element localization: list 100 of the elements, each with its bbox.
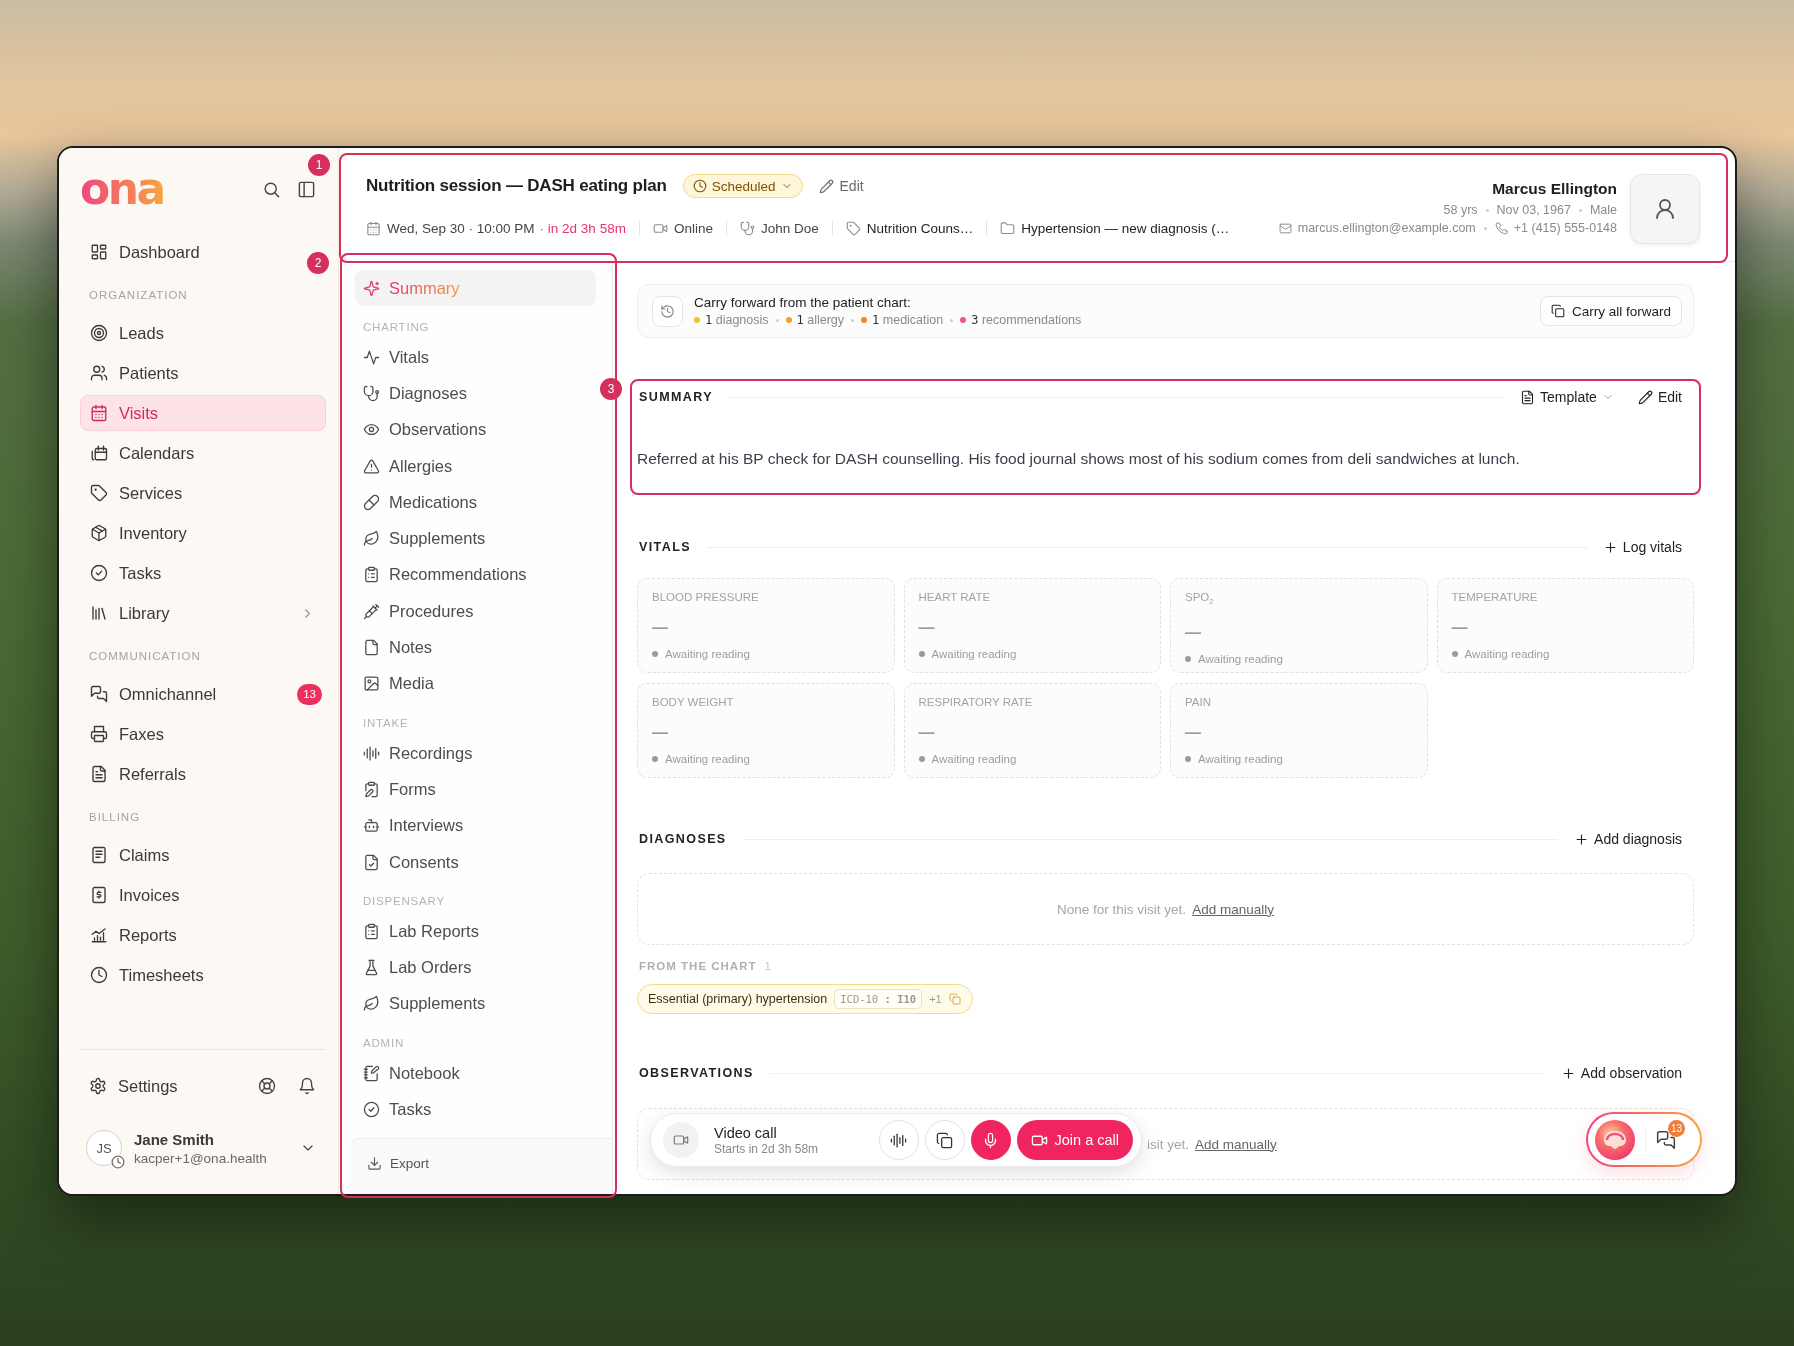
- diagnosis-chip[interactable]: Essential (primary) hypertension ICD-10 : I10 +1: [637, 984, 973, 1014]
- sidebar-item[interactable]: Claims: [80, 837, 181, 873]
- calendar-icon: [366, 220, 381, 236]
- sidebar-item[interactable]: Reports: [80, 917, 188, 953]
- user-name: Jane Smith: [134, 1130, 216, 1148]
- sidebar-item[interactable]: Calendars: [80, 435, 206, 471]
- chart-nav-item[interactable]: Lab Orders: [355, 949, 596, 986]
- chart-nav-item[interactable]: Medications: [355, 484, 596, 521]
- sidebar-item[interactable]: Faxes: [80, 716, 175, 752]
- summary-text: Referred at his BP check for DASH counselling. His food journal shows most of his sodium comes from deli sandwiches at lunch.: [637, 449, 1521, 469]
- tag-icon: [90, 484, 108, 502]
- people-icon: [90, 364, 108, 382]
- visit-countdown: · in 2d 3h 58m: [539, 220, 626, 236]
- copy-button[interactable]: [924, 1120, 965, 1160]
- microphone-button[interactable]: [970, 1120, 1011, 1160]
- sidebar-item[interactable]: Services: [80, 475, 194, 511]
- user-email: kacper+1@ona.health: [134, 1150, 267, 1166]
- patient-avatar-button[interactable]: [1630, 174, 1700, 244]
- status-dropdown[interactable]: Scheduled: [682, 174, 803, 198]
- chart-nav-item[interactable]: Diagnoses: [355, 375, 596, 412]
- sidebar-item[interactable]: Inventory: [80, 515, 198, 551]
- carry-forward-item: 3 recommendations: [971, 313, 1082, 327]
- plus-icon: [1560, 1065, 1576, 1081]
- carry-all-forward-button[interactable]: Carry all forward: [1539, 296, 1682, 326]
- sidebar-item[interactable]: Patients: [80, 355, 190, 391]
- count-badge: 13: [297, 683, 322, 705]
- visit-datetime: Wed, Sep 30 · 10:00 PM: [387, 220, 535, 236]
- export-button[interactable]: Export: [367, 1153, 430, 1173]
- join-call-button[interactable]: Join a call: [1016, 1120, 1133, 1160]
- patient-birthdate: Nov 03, 1967: [1496, 202, 1571, 218]
- audio-button[interactable]: [878, 1120, 919, 1160]
- chart-nav-item[interactable]: Notes: [355, 629, 596, 666]
- add-button[interactable]: Add diagnosis: [1574, 831, 1682, 847]
- patient-sex: Male: [1589, 202, 1617, 218]
- box-icon: [90, 524, 108, 542]
- clock-icon: [90, 966, 108, 984]
- sidebar-item[interactable]: Leads: [80, 315, 175, 351]
- diagnosis-code: ICD-10 : I10: [834, 989, 923, 1009]
- waveform-icon: [363, 744, 380, 762]
- sidebar-item[interactable]: Referrals: [80, 756, 197, 792]
- chart-nav-item[interactable]: Supplements: [355, 985, 596, 1023]
- patient-phone: +1 (415) 555-0148: [1513, 220, 1617, 236]
- add-manually-link[interactable]: Add manually: [1195, 1136, 1277, 1152]
- chart-nav-item[interactable]: Tasks: [355, 1091, 596, 1128]
- vital-status: Awaiting reading: [665, 647, 750, 661]
- download-icon: [367, 1155, 382, 1171]
- copy-icon: [936, 1131, 953, 1149]
- chart-nav-item[interactable]: Procedures: [355, 593, 596, 630]
- user-avatar[interactable]: JS: [86, 1130, 122, 1166]
- search-button[interactable]: [262, 179, 281, 199]
- chart-nav-item[interactable]: Recommendations: [355, 556, 596, 594]
- edit-button[interactable]: Edit: [1637, 389, 1682, 405]
- sidebar-item[interactable]: Omnichannel 13: [80, 676, 326, 712]
- service-link[interactable]: Nutrition Couns…: [866, 220, 974, 236]
- assistant-orb-icon[interactable]: [1595, 1119, 1635, 1160]
- chart-nav-item[interactable]: Recordings: [355, 734, 596, 772]
- sidebar-item[interactable]: Tasks: [80, 555, 173, 591]
- sidebar-item[interactable]: Timesheets: [80, 957, 215, 993]
- settings-button[interactable]: Settings: [89, 1076, 178, 1096]
- chart-nav-item[interactable]: Supplements: [355, 520, 596, 557]
- sidebar-item[interactable]: Dashboard: [80, 234, 211, 270]
- vital-status: Awaiting reading: [665, 752, 750, 766]
- chart-nav-item[interactable]: Allergies: [355, 447, 596, 485]
- folder-icon: [1000, 220, 1016, 236]
- edit-button[interactable]: Edit: [818, 178, 864, 194]
- chart-nav-item[interactable]: Observations: [355, 411, 596, 448]
- history-icon: [652, 295, 683, 327]
- chart-nav-item[interactable]: Consents: [355, 843, 596, 881]
- status-dot-icon: [918, 651, 925, 657]
- carry-forward-item: 1 allergy: [796, 313, 845, 327]
- add-button[interactable]: Log vitals: [1602, 539, 1682, 555]
- sidebar-item[interactable]: Invoices: [80, 877, 191, 913]
- dollar-document-icon: [90, 886, 108, 904]
- sidebar-item[interactable]: Visits: [80, 395, 326, 431]
- vital-label: BLOOD PRESSURE: [652, 590, 760, 604]
- chart-nav-item[interactable]: Media: [355, 665, 596, 702]
- add-manually-link[interactable]: Add manually: [1192, 901, 1274, 917]
- extra-count: +1: [929, 993, 942, 1005]
- notifications-button[interactable]: [298, 1077, 316, 1095]
- chart-nav-item[interactable]: Interviews: [355, 807, 596, 844]
- vital-value: —: [1185, 725, 1201, 741]
- chart-nav-item[interactable]: Forms: [355, 771, 596, 808]
- add-button[interactable]: Add observation: [1560, 1065, 1682, 1081]
- stethoscope-icon: [363, 384, 380, 402]
- help-button[interactable]: [258, 1077, 276, 1095]
- grid-icon: [90, 243, 108, 261]
- sidebar-toggle-button[interactable]: [297, 179, 316, 199]
- chart-nav-item[interactable]: Vitals: [355, 339, 596, 376]
- status-dot-icon: [918, 756, 925, 762]
- chart-nav-item[interactable]: Lab Reports: [355, 913, 596, 950]
- pill-icon: [363, 493, 380, 511]
- template-dropdown[interactable]: Template: [1520, 389, 1614, 405]
- section-label: COMMUNICATION: [88, 649, 202, 664]
- target-icon: [90, 324, 108, 342]
- vital-label: TEMPERATURE: [1451, 590, 1539, 604]
- patient-name: Marcus Ellington: [1492, 179, 1617, 199]
- sidebar-item[interactable]: Library: [80, 595, 326, 631]
- case-link[interactable]: Hypertension — new diagnosis (…: [1021, 220, 1230, 236]
- leaf-icon: [363, 530, 380, 548]
- chart-nav-item[interactable]: Notebook: [355, 1055, 596, 1092]
